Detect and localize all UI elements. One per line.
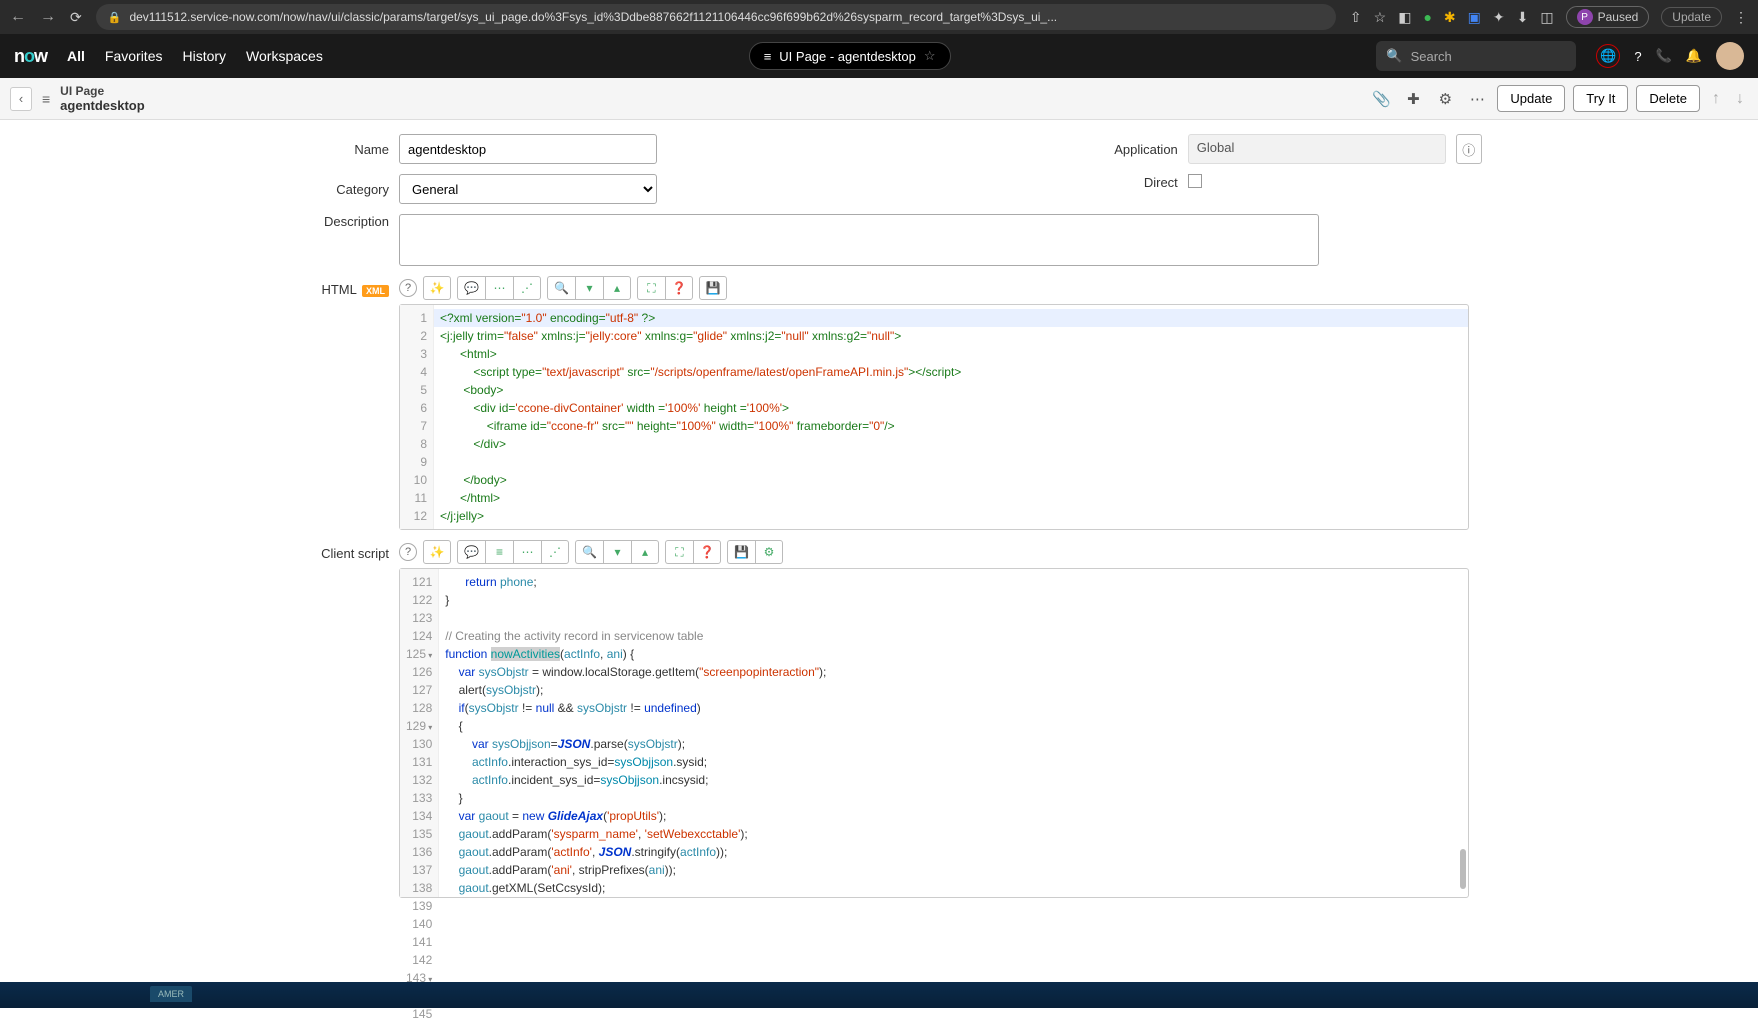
browser-chrome: ← → ⟳ 🔒 dev111512.service-now.com/now/na… [0, 0, 1758, 34]
ext-icon-4[interactable]: ▣ [1468, 9, 1481, 26]
extensions-icon[interactable]: ✦ [1493, 9, 1505, 26]
browser-update-button[interactable]: Update [1661, 7, 1722, 27]
bell-icon[interactable]: 🔔 [1686, 48, 1702, 64]
client-run-icon[interactable]: ⚙ [755, 540, 783, 564]
nav-workspaces[interactable]: Workspaces [246, 48, 323, 64]
client-help2-icon[interactable]: ❓ [693, 540, 721, 564]
html-label: HTML [321, 282, 356, 297]
footer-amer: AMER [150, 986, 192, 1002]
help2-icon[interactable]: ❓ [665, 276, 693, 300]
client-tree-icon[interactable]: ⋯ [513, 540, 541, 564]
name-input[interactable] [399, 134, 657, 164]
application-value: Global [1188, 134, 1446, 164]
footer-bar: AMER [0, 982, 1758, 1008]
client-help-icon[interactable]: ? [399, 543, 417, 561]
client-up-icon[interactable]: ▴ [631, 540, 659, 564]
tryit-button[interactable]: Try It [1573, 85, 1628, 112]
search-code-icon[interactable]: 🔍 [547, 276, 575, 300]
tree-icon[interactable]: ⋯ [485, 276, 513, 300]
favorite-star-icon[interactable]: ☆ [924, 48, 936, 64]
next-record-icon[interactable]: ↓ [1732, 90, 1748, 108]
description-input[interactable] [399, 214, 1319, 266]
html-toolbar: ? ✨ 💬 ⋯ ⋰ 🔍 ▾ ▴ ⛶ ❓ 💾 [399, 276, 1469, 300]
ext-icon-1[interactable]: ◧ [1398, 9, 1411, 26]
share-icon[interactable]: ⇧ [1350, 9, 1362, 26]
client-toolbar: ? ✨ 💬 ≡ ⋯ ⋰ 🔍 ▾ ▴ ⛶ ❓ 💾 [399, 540, 1469, 564]
client-align-icon[interactable]: ≡ [485, 540, 513, 564]
now-nav: now All Favorites History Workspaces ≡ U… [0, 34, 1758, 78]
format-icon[interactable]: ✨ [423, 276, 451, 300]
html-editor-section: HTML XML ? ✨ 💬 ⋯ ⋰ 🔍 ▾ ▴ ⛶ ❓ [289, 276, 1469, 530]
ext-icon-2[interactable]: ● [1423, 9, 1431, 25]
nav-history[interactable]: History [182, 48, 226, 64]
global-search[interactable]: 🔍 Search [1376, 41, 1576, 71]
nav-forward-icon[interactable]: → [40, 8, 56, 26]
search-icon: 🔍 [1386, 48, 1402, 64]
delete-button[interactable]: Delete [1636, 85, 1700, 112]
attachment-icon[interactable]: 📎 [1369, 87, 1393, 111]
globe-icon[interactable]: 🌐 [1596, 44, 1620, 68]
url-bar[interactable]: 🔒 dev111512.service-now.com/now/nav/ui/c… [96, 4, 1336, 30]
application-label: Application [1078, 142, 1178, 157]
kebab-icon[interactable]: ⋮ [1734, 9, 1748, 26]
client-down-icon[interactable]: ▾ [603, 540, 631, 564]
back-button[interactable]: ‹ [10, 87, 32, 111]
xml-badge: XML [362, 285, 389, 297]
category-select[interactable]: General [399, 174, 657, 204]
star-icon[interactable]: ☆ [1374, 9, 1387, 26]
direct-checkbox[interactable] [1188, 174, 1202, 188]
more-icon[interactable]: ⋯ [1465, 87, 1489, 111]
profile-paused[interactable]: P Paused [1566, 6, 1650, 28]
client-format-icon[interactable]: ✨ [423, 540, 451, 564]
nav-favorites[interactable]: Favorites [105, 48, 163, 64]
chevron-down-icon[interactable]: ▾ [575, 276, 603, 300]
client-code-editor[interactable]: 121122123124125 ▾126127128129 ▾130131132… [399, 568, 1469, 898]
prev-record-icon[interactable]: ↑ [1708, 90, 1724, 108]
description-label: Description [289, 214, 389, 229]
fullscreen-icon[interactable]: ⛶ [637, 276, 665, 300]
update-button[interactable]: Update [1497, 85, 1565, 112]
form-area: Name Application Global ⓘ Category Gener… [249, 120, 1509, 912]
client-label: Client script [321, 546, 389, 561]
category-label: Category [289, 182, 389, 197]
client-search-icon[interactable]: 🔍 [575, 540, 603, 564]
record-title: UI Page agentdesktop [60, 84, 1359, 114]
client-editor-section: Client script ? ✨ 💬 ≡ ⋯ ⋰ 🔍 ▾ ▴ ⛶ [289, 540, 1469, 898]
phone-icon[interactable]: 📞 [1656, 48, 1672, 64]
form-menu-icon[interactable]: ≡ [42, 91, 50, 107]
direct-label: Direct [1078, 175, 1178, 190]
save-icon[interactable]: 💾 [699, 276, 727, 300]
tree2-icon[interactable]: ⋰ [513, 276, 541, 300]
download-icon[interactable]: ⬇ [1517, 9, 1529, 26]
context-pill[interactable]: ≡ UI Page - agentdesktop ☆ [749, 42, 951, 70]
reload-icon[interactable]: ⟳ [70, 9, 82, 26]
client-comment-icon[interactable]: 💬 [457, 540, 485, 564]
name-label: Name [289, 142, 389, 157]
client-tree2-icon[interactable]: ⋰ [541, 540, 569, 564]
ext-icon-3[interactable]: ✱ [1444, 9, 1456, 26]
html-code-editor[interactable]: 123456789101112 <?xml version="1.0" enco… [399, 304, 1469, 530]
user-avatar[interactable] [1716, 42, 1744, 70]
lock-icon: 🔒 [108, 11, 122, 24]
chevron-up-icon[interactable]: ▴ [603, 276, 631, 300]
personalize-icon[interactable]: ✚ [1401, 87, 1425, 111]
list-icon: ≡ [764, 49, 772, 64]
client-fullscreen-icon[interactable]: ⛶ [665, 540, 693, 564]
scrollbar[interactable] [1460, 849, 1466, 889]
url-text: dev111512.service-now.com/now/nav/ui/cla… [129, 10, 1057, 24]
help-icon[interactable]: ? [1634, 49, 1641, 64]
application-info-icon[interactable]: ⓘ [1456, 134, 1482, 164]
client-save-icon[interactable]: 💾 [727, 540, 755, 564]
nav-all[interactable]: All [67, 48, 85, 64]
html-help-icon[interactable]: ? [399, 279, 417, 297]
settings-icon[interactable]: ⚙ [1433, 87, 1457, 111]
record-header: ‹ ≡ UI Page agentdesktop 📎 ✚ ⚙ ⋯ Update … [0, 78, 1758, 120]
comment-icon[interactable]: 💬 [457, 276, 485, 300]
nav-back-icon[interactable]: ← [10, 8, 26, 26]
now-logo[interactable]: now [14, 46, 47, 67]
panel-icon[interactable]: ◫ [1540, 9, 1553, 26]
profile-avatar-icon: P [1577, 9, 1593, 25]
